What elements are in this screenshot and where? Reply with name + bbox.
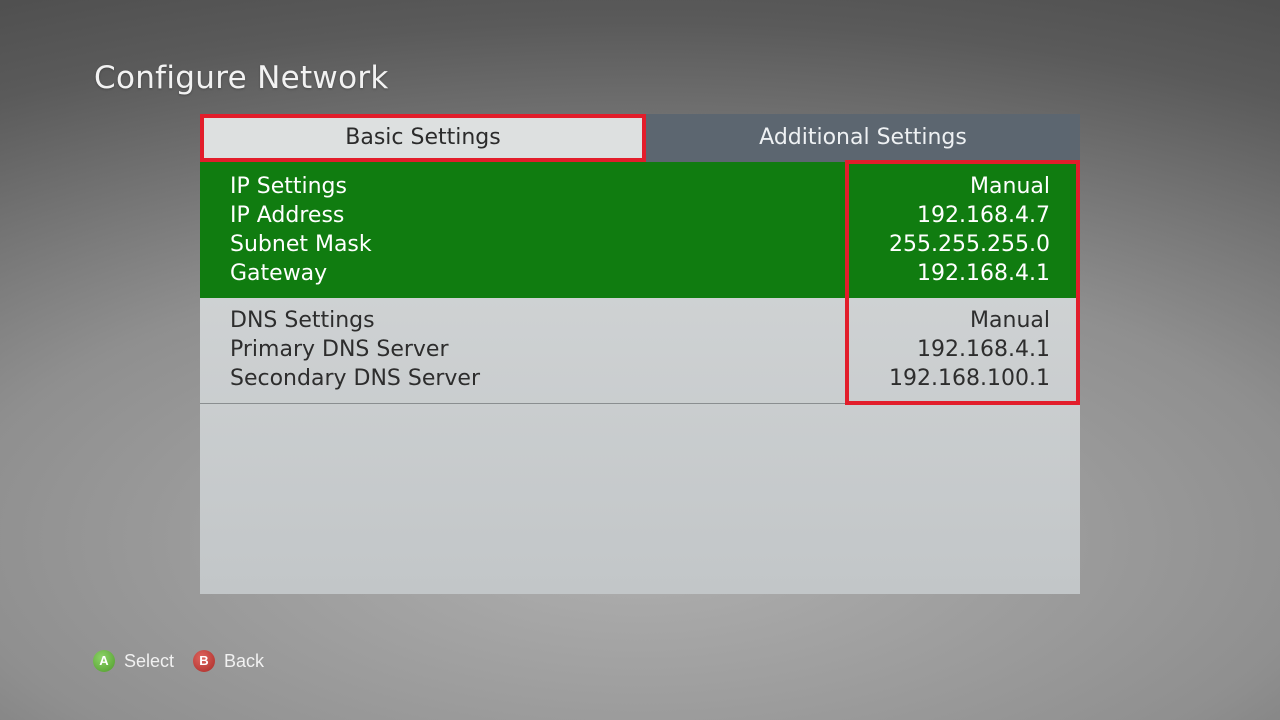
subnet-mask-row: Subnet Mask 255.255.255.0 [230,230,1050,259]
settings-panel: Basic Settings Additional Settings IP Se… [200,114,1080,594]
dns-settings-row: DNS Settings Manual [230,306,1050,335]
select-label: Select [124,651,175,671]
ip-address-value: 192.168.4.7 [917,203,1050,228]
settings-content: IP Settings Manual IP Address 192.168.4.… [200,162,1080,594]
ip-settings-label: IP Settings [230,174,347,199]
subnet-mask-value: 255.255.255.0 [889,232,1050,257]
gateway-label: Gateway [230,261,328,286]
dns-settings-value: Manual [970,308,1050,333]
secondary-dns-value: 192.168.100.1 [889,366,1050,391]
ip-address-label: IP Address [230,203,345,228]
secondary-dns-row: Secondary DNS Server 192.168.100.1 [230,364,1050,393]
ip-settings-group[interactable]: IP Settings Manual IP Address 192.168.4.… [200,162,1080,298]
a-button-icon: A [93,650,115,672]
back-label: Back [224,651,265,671]
page-title: Configure Network [94,60,389,96]
ip-settings-row: IP Settings Manual [230,172,1050,201]
ip-address-row: IP Address 192.168.4.7 [230,201,1050,230]
primary-dns-value: 192.168.4.1 [917,337,1050,362]
gateway-row: Gateway 192.168.4.1 [230,259,1050,288]
subnet-mask-label: Subnet Mask [230,232,372,257]
tab-bar: Basic Settings Additional Settings [200,114,1080,162]
secondary-dns-label: Secondary DNS Server [230,366,481,391]
dns-settings-group[interactable]: DNS Settings Manual Primary DNS Server 1… [200,298,1080,404]
ip-settings-value: Manual [970,174,1050,199]
dns-settings-label: DNS Settings [230,308,375,333]
tab-additional-settings[interactable]: Additional Settings [646,114,1080,162]
primary-dns-label: Primary DNS Server [230,337,449,362]
tab-basic-settings[interactable]: Basic Settings [200,114,646,162]
primary-dns-row: Primary DNS Server 192.168.4.1 [230,335,1050,364]
b-button-icon: B [193,650,215,672]
gateway-value: 192.168.4.1 [917,261,1050,286]
